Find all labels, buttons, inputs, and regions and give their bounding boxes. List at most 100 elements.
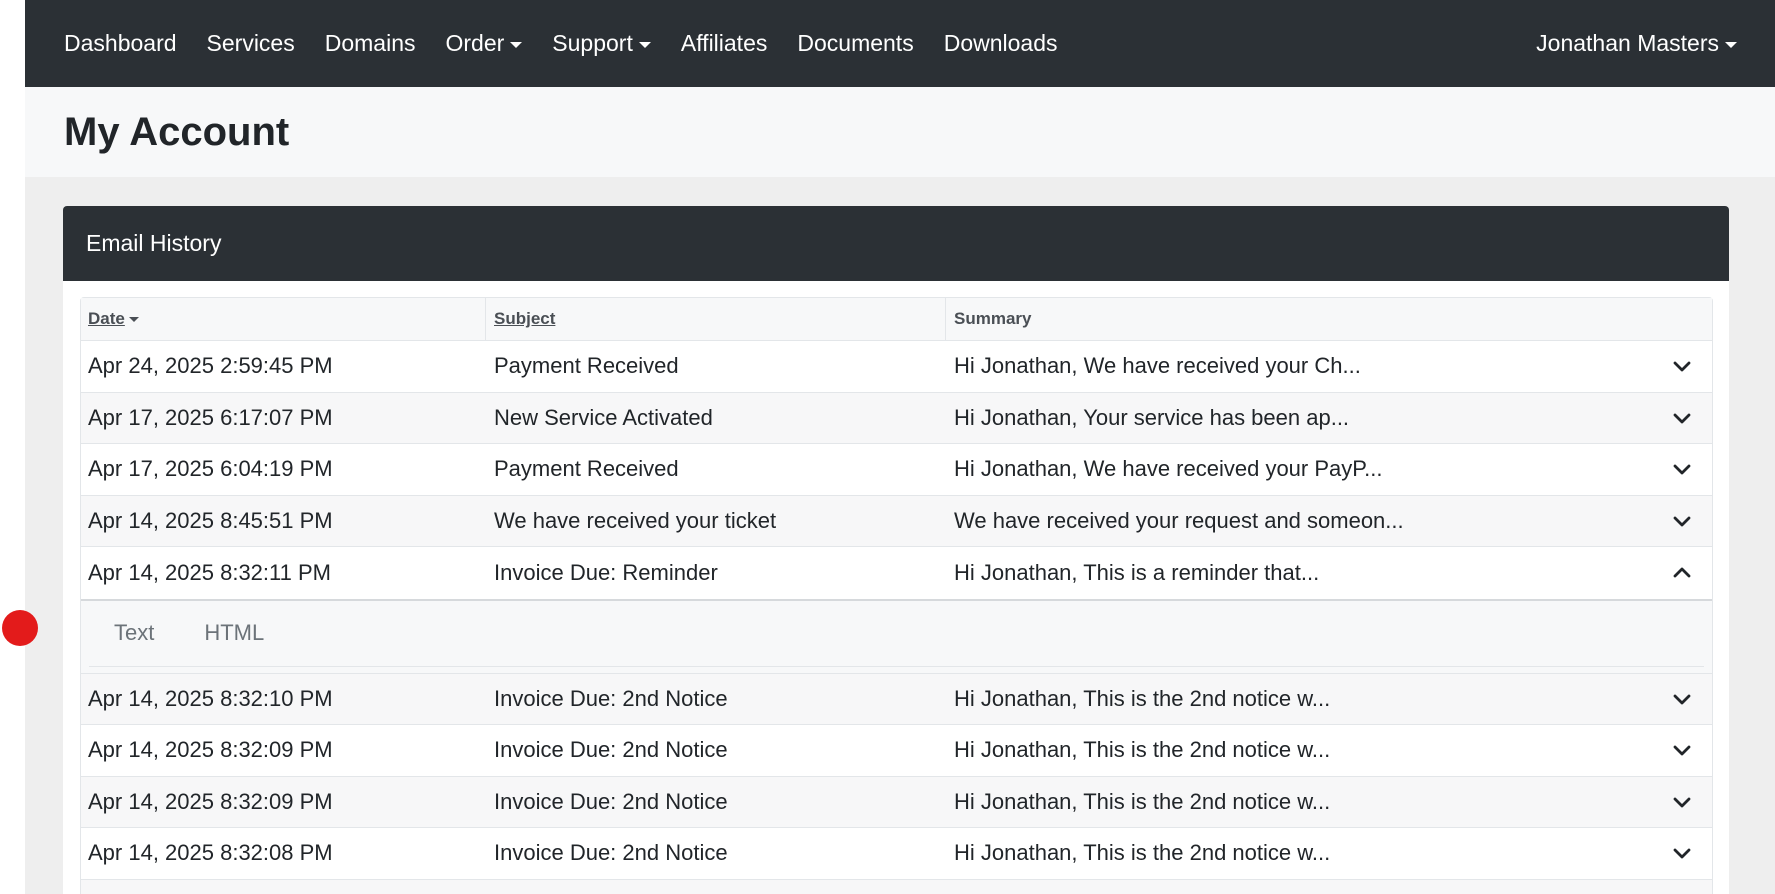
tab-html[interactable]: HTML <box>179 620 289 646</box>
chevron-down-icon <box>1673 797 1691 808</box>
nav-label: Downloads <box>943 30 1058 56</box>
row-date: Apr 14, 2025 8:45:51 PM <box>88 507 333 533</box>
user-menu-dropdown[interactable]: Jonathan Masters <box>1536 30 1737 57</box>
table-row[interactable]: Apr 24, 2025 2:59:45 PM Payment Received… <box>81 341 1712 393</box>
nav-label: Domains <box>324 30 416 56</box>
table-row[interactable]: Apr 14, 2025 8:32:10 PM Invoice Due: 2nd… <box>81 673 1712 725</box>
row-summary: Hi Jonathan, This is the 2nd notice w... <box>954 685 1331 711</box>
nav-label: Support <box>552 30 633 56</box>
nav-label: Affiliates <box>680 30 768 56</box>
row-subject: Invoice Due: 2nd Notice <box>494 737 728 763</box>
nav-links: Dashboard Services Domains Order Support… <box>64 30 1088 57</box>
row-date: Apr 17, 2025 6:04:19 PM <box>88 456 333 482</box>
table-row[interactable]: Apr 17, 2025 6:17:07 PM New Service Acti… <box>81 392 1712 444</box>
row-summary: Hi Jonathan, This is a reminder that... <box>954 559 1320 585</box>
row-summary: Hi Jonathan, Your service has been ap... <box>954 404 1350 430</box>
row-subject: We have received your ticket <box>494 507 777 533</box>
table-row[interactable]: Apr 14, 2025 8:32:09 PM Invoice Due: 2nd… <box>81 776 1712 828</box>
nav-services[interactable]: Services <box>207 30 295 57</box>
row-summary: Hi Jonathan, We have received your PayP.… <box>954 456 1383 482</box>
nav-label: Dashboard <box>64 30 177 56</box>
column-header-subject: Subject <box>486 298 946 340</box>
row-summary: Hi Jonathan, We have received your Ch... <box>954 353 1361 379</box>
sort-by-subject-link[interactable]: Subject <box>494 309 555 329</box>
row-date: Apr 14, 2025 8:32:09 PM <box>88 737 333 763</box>
table-row[interactable]: Apr 14, 2025 8:32:09 PM Invoice Due: 2nd… <box>81 725 1712 777</box>
chevron-down-icon <box>1673 413 1691 424</box>
column-header-toggle <box>1652 298 1712 340</box>
chevron-down-icon <box>1673 516 1691 527</box>
sort-desc-icon <box>128 316 139 322</box>
table-header-row: Date Subject Summary <box>81 298 1712 341</box>
row-date: Apr 14, 2025 8:32:08 PM <box>88 840 333 866</box>
left-gutter <box>0 0 25 894</box>
row-subject: Invoice Due: 2nd Notice <box>494 840 728 866</box>
chevron-down-icon <box>1673 745 1691 756</box>
email-detail-tabs: Text HTML <box>89 601 1704 667</box>
row-date: Apr 14, 2025 8:32:10 PM <box>88 685 333 711</box>
card-title: Email History <box>63 206 1729 281</box>
nav-label: Documents <box>797 30 914 56</box>
row-date: Apr 24, 2025 2:59:45 PM <box>88 353 333 379</box>
row-summary: Hi Jonathan, This is the 2nd notice w... <box>954 840 1331 866</box>
table-row-expanded[interactable]: Apr 14, 2025 8:32:11 PM Invoice Due: Rem… <box>81 547 1712 599</box>
row-subject: Invoice Due: 2nd Notice <box>494 685 728 711</box>
expand-row-button[interactable] <box>1652 777 1712 828</box>
row-subject: Invoice Due: Reminder <box>494 559 718 585</box>
table-row[interactable]: Apr 17, 2025 6:04:19 PM Payment Received… <box>81 444 1712 496</box>
column-header-summary: Summary <box>954 309 1032 328</box>
row-summary: We have received your request and someon… <box>954 507 1404 533</box>
nav-support-dropdown[interactable]: Support <box>552 30 651 57</box>
column-header-date: Date <box>81 298 486 340</box>
row-date: Apr 14, 2025 8:32:09 PM <box>88 788 333 814</box>
nav-downloads[interactable]: Downloads <box>944 30 1058 57</box>
expand-row-button[interactable] <box>1652 828 1712 879</box>
nav-dashboard[interactable]: Dashboard <box>64 30 177 57</box>
row-date: Apr 14, 2025 8:32:11 PM <box>88 559 331 585</box>
collapse-row-button[interactable] <box>1652 547 1712 599</box>
row-subject: New Service Activated <box>494 404 713 430</box>
expand-row-button[interactable] <box>1652 725 1712 776</box>
table-row[interactable]: Apr 14, 2025 8:32:08 PM Invoice Due: 2nd… <box>81 828 1712 880</box>
row-summary: Hi Jonathan, This is the 2nd notice w... <box>954 788 1331 814</box>
chevron-down-icon <box>1673 694 1691 705</box>
nav-affiliates[interactable]: Affiliates <box>681 30 768 57</box>
expand-row-button[interactable] <box>1652 393 1712 444</box>
chevron-up-icon <box>1673 567 1691 578</box>
expand-row-button[interactable] <box>1652 674 1712 725</box>
top-navbar: Dashboard Services Domains Order Support… <box>25 0 1775 87</box>
tab-text[interactable]: Text <box>89 620 179 646</box>
row-subject: Payment Received <box>494 456 679 482</box>
row-summary: Hi Jonathan, This is the 2nd notice w... <box>954 737 1331 763</box>
row-date: Apr 17, 2025 6:17:07 PM <box>88 404 333 430</box>
email-history-table: Date Subject Summary Apr 24, 2025 2:59:4… <box>80 297 1713 894</box>
sort-by-date-link[interactable]: Date <box>88 309 139 329</box>
app-window: Dashboard Services Domains Order Support… <box>25 0 1775 894</box>
caret-down-icon <box>1725 41 1737 48</box>
row-subject: Payment Received <box>494 353 679 379</box>
row-subject: Invoice Due: 2nd Notice <box>494 788 728 814</box>
caret-down-icon <box>510 41 523 48</box>
page-title: My Account <box>64 109 290 154</box>
email-detail-panel: Text HTML <box>81 598 1712 674</box>
expand-row-button[interactable] <box>1652 341 1712 392</box>
cursor-marker <box>2 610 38 646</box>
nav-documents[interactable]: Documents <box>797 30 913 57</box>
chevron-down-icon <box>1673 848 1691 859</box>
expand-row-button[interactable] <box>1652 496 1712 547</box>
chevron-down-icon <box>1673 464 1691 475</box>
caret-down-icon <box>638 41 651 48</box>
user-name: Jonathan Masters <box>1536 30 1719 56</box>
nav-label: Services <box>206 30 295 56</box>
nav-domains[interactable]: Domains <box>325 30 416 57</box>
chevron-down-icon <box>1673 361 1691 372</box>
expand-row-button[interactable] <box>1652 444 1712 495</box>
nav-order-dropdown[interactable]: Order <box>446 30 523 57</box>
table-row[interactable]: Apr 14, 2025 8:45:51 PM We have received… <box>81 495 1712 547</box>
page-header: My Account <box>25 87 1775 177</box>
nav-label: Order <box>445 30 505 56</box>
card-body: Date Subject Summary Apr 24, 2025 2:59:4… <box>63 281 1729 894</box>
column-label: Date <box>88 309 125 328</box>
email-history-card: Email History Date Subject Summary Apr 2… <box>63 206 1729 894</box>
table-row[interactable] <box>81 879 1712 894</box>
